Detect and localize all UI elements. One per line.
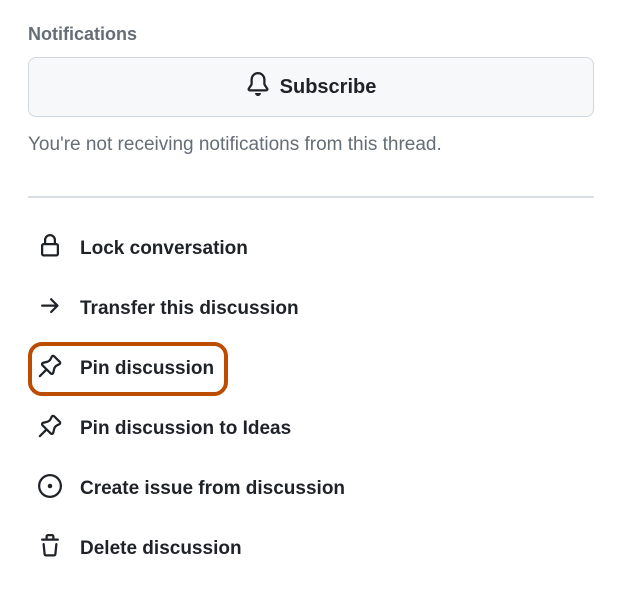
action-label: Pin discussion <box>80 358 214 380</box>
action-label: Pin discussion to Ideas <box>80 418 291 440</box>
pin-discussion-category-action[interactable]: Pin discussion to Ideas <box>28 402 594 456</box>
action-label: Lock conversation <box>80 238 248 260</box>
pin-icon <box>38 354 62 384</box>
section-divider <box>28 196 594 198</box>
arrow-right-icon <box>38 294 62 324</box>
lock-icon <box>38 234 62 264</box>
subscribe-button[interactable]: Subscribe <box>28 57 594 117</box>
bell-icon <box>246 72 270 102</box>
action-label: Delete discussion <box>80 538 242 560</box>
lock-conversation-action[interactable]: Lock conversation <box>28 222 594 276</box>
delete-discussion-action[interactable]: Delete discussion <box>28 522 594 576</box>
action-label: Create issue from discussion <box>80 478 345 500</box>
issue-opened-icon <box>38 474 62 504</box>
discussion-actions-list: Lock conversation Transfer this discussi… <box>28 222 594 576</box>
notifications-section: Notifications Subscribe You're not recei… <box>28 24 594 160</box>
notification-description: You're not receiving notifications from … <box>28 131 594 160</box>
trash-icon <box>38 534 62 564</box>
create-issue-action[interactable]: Create issue from discussion <box>28 462 594 516</box>
subscribe-label: Subscribe <box>280 76 377 99</box>
notifications-heading: Notifications <box>28 24 594 45</box>
pin-icon <box>38 414 62 444</box>
transfer-discussion-action[interactable]: Transfer this discussion <box>28 282 594 336</box>
pin-discussion-action[interactable]: Pin discussion <box>28 342 228 396</box>
action-label: Transfer this discussion <box>80 298 299 320</box>
